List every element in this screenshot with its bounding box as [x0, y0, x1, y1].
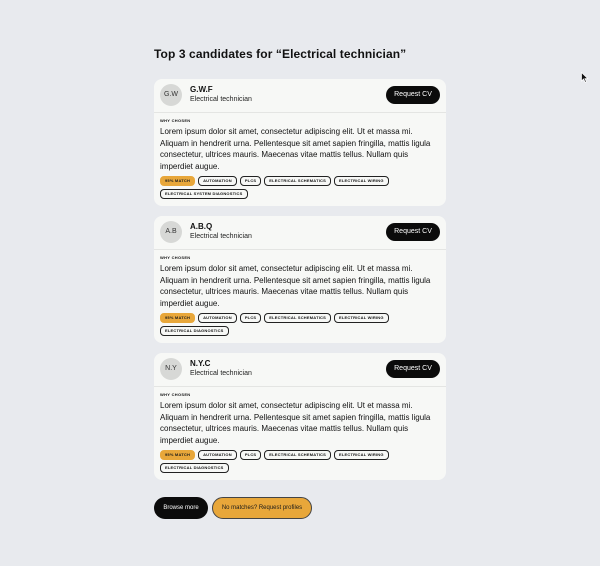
candidate-description: Lorem ipsum dolor sit amet, consectetur … — [160, 127, 431, 171]
skill-tags: 95% MATCH AUTOMATION PLCS ELECTRICAL SCH… — [160, 176, 440, 199]
request-cv-button[interactable]: Request CV — [386, 360, 440, 378]
skill-tag: ELECTRICAL SCHEMATICS — [264, 176, 332, 186]
avatar: A.B — [160, 221, 182, 243]
match-badge: 95% MATCH — [160, 176, 196, 186]
request-cv-button[interactable]: Request CV — [386, 223, 440, 241]
match-badge: 95% MATCH — [160, 313, 196, 323]
browse-more-button[interactable]: Browse more — [154, 497, 208, 519]
avatar: N.Y — [160, 358, 182, 380]
candidate-role: Electrical technician — [190, 233, 252, 240]
skill-tag: ELECTRICAL SCHEMATICS — [264, 313, 332, 323]
skill-tag: ELECTRICAL DIAGNOSTICS — [160, 463, 229, 473]
candidate-description: Lorem ipsum dolor sit amet, consectetur … — [160, 401, 431, 445]
candidate-card: N.Y N.Y.C Electrical technician Request … — [154, 353, 446, 480]
mouse-pointer-icon — [581, 72, 589, 83]
why-chosen-label: WHY CHOSEN — [160, 255, 191, 260]
candidate-card: A.B A.B.Q Electrical technician Request … — [154, 216, 446, 343]
candidate-role: Electrical technician — [190, 370, 252, 377]
candidate-header: A.B A.B.Q Electrical technician Request … — [154, 216, 446, 247]
candidate-name: G.W.F — [190, 85, 213, 94]
avatar: G.W — [160, 84, 182, 106]
footer-actions: Browse more No matches? Request profiles — [154, 497, 312, 519]
candidate-header: G.W G.W.F Electrical technician Request … — [154, 79, 446, 110]
candidate-name: N.Y.C — [190, 359, 211, 368]
request-cv-button[interactable]: Request CV — [386, 86, 440, 104]
candidate-name: A.B.Q — [190, 222, 213, 231]
skill-tag: PLCS — [239, 313, 262, 323]
skill-tag: PLCS — [239, 176, 262, 186]
skill-tag: AUTOMATION — [198, 450, 237, 460]
skill-tag: PLCS — [239, 450, 262, 460]
skill-tag: AUTOMATION — [198, 313, 237, 323]
skill-tag: ELECTRICAL WIRING — [334, 176, 389, 186]
why-chosen-label: WHY CHOSEN — [160, 392, 191, 397]
skill-tag: ELECTRICAL SYSTEM DIAGNOSTICS — [160, 189, 248, 199]
candidate-description: Lorem ipsum dolor sit amet, consectetur … — [160, 264, 431, 308]
match-badge: 95% MATCH — [160, 450, 196, 460]
skill-tags: 95% MATCH AUTOMATION PLCS ELECTRICAL SCH… — [160, 450, 440, 473]
skill-tag: AUTOMATION — [198, 176, 237, 186]
page-title: Top 3 candidates for “Electrical technic… — [154, 47, 407, 61]
request-profiles-button[interactable]: No matches? Request profiles — [212, 497, 312, 519]
skill-tag: ELECTRICAL WIRING — [334, 450, 389, 460]
skill-tag: ELECTRICAL WIRING — [334, 313, 389, 323]
skill-tags: 95% MATCH AUTOMATION PLCS ELECTRICAL SCH… — [160, 313, 440, 336]
candidate-role: Electrical technician — [190, 96, 252, 103]
skill-tag: ELECTRICAL DIAGNOSTICS — [160, 326, 229, 336]
why-chosen-label: WHY CHOSEN — [160, 118, 191, 123]
skill-tag: ELECTRICAL SCHEMATICS — [264, 450, 332, 460]
candidate-header: N.Y N.Y.C Electrical technician Request … — [154, 353, 446, 384]
candidate-card: G.W G.W.F Electrical technician Request … — [154, 79, 446, 206]
